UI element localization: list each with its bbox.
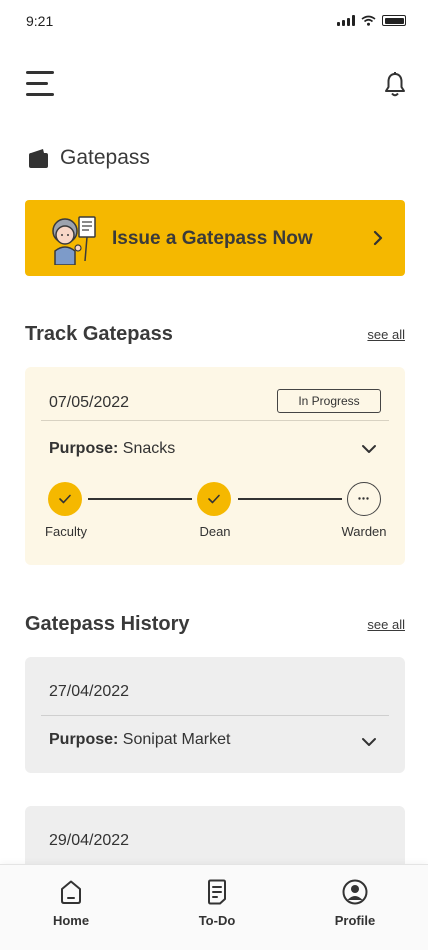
gatepass-history-heading: Gatepass History	[25, 613, 190, 635]
page-title: Gatepass	[60, 146, 150, 169]
battery-icon	[382, 15, 406, 26]
issue-gatepass-label: Issue a Gatepass Now	[112, 228, 313, 249]
chevron-right-icon	[373, 230, 383, 246]
track-gatepass-header: Track Gatepass see all	[25, 323, 405, 346]
gatepass-date: 27/04/2022	[49, 683, 130, 700]
more-horizontal-icon	[358, 497, 369, 500]
step-connector	[238, 498, 342, 500]
step-label-dean: Dean	[199, 524, 231, 539]
track-see-all-link[interactable]: see all	[367, 327, 405, 342]
gatepass-date: 07/05/2022	[49, 394, 130, 411]
issue-gatepass-button[interactable]: Issue a Gatepass Now	[25, 200, 405, 276]
step-label-warden: Warden	[341, 524, 387, 539]
menu-icon-bar	[26, 93, 54, 96]
step-warden-indicator	[347, 482, 381, 516]
nav-profile[interactable]: Profile	[310, 879, 400, 928]
nav-profile-label: Profile	[334, 913, 376, 928]
status-icons	[337, 15, 406, 26]
nav-todo-label: To-Do	[198, 913, 236, 928]
bottom-navigation: Home To-Do Profile	[0, 864, 428, 950]
step-connector	[88, 498, 192, 500]
nav-home[interactable]: Home	[26, 879, 116, 928]
gatepass-date: 29/04/2022	[49, 832, 130, 849]
wifi-icon	[361, 15, 376, 26]
menu-icon-bar	[26, 71, 54, 74]
divider	[41, 420, 389, 421]
check-icon	[208, 494, 220, 504]
status-badge: In Progress	[277, 389, 381, 413]
history-see-all-link[interactable]: see all	[367, 617, 405, 632]
check-icon	[59, 494, 71, 504]
gatepass-purpose: Purpose: Snacks	[49, 440, 175, 458]
nav-todo[interactable]: To-Do	[172, 879, 262, 928]
menu-icon-bar	[26, 82, 48, 85]
notification-bell-button[interactable]	[384, 72, 406, 98]
menu-button[interactable]	[26, 71, 56, 97]
chevron-down-icon[interactable]	[361, 444, 377, 454]
chevron-down-icon[interactable]	[361, 737, 377, 747]
bell-icon	[385, 72, 405, 97]
purpose-value: Sonipat Market	[122, 731, 231, 748]
wallet-icon	[29, 149, 48, 168]
gatepass-purpose: Purpose: Sonipat Market	[49, 731, 230, 749]
purpose-value: Snacks	[122, 440, 176, 457]
person-with-document-illustration	[52, 216, 96, 265]
nav-home-label: Home	[52, 913, 90, 928]
profile-icon	[342, 879, 368, 905]
divider	[41, 715, 389, 716]
history-card[interactable]: 27/04/2022 Purpose: Sonipat Market	[25, 657, 405, 773]
status-time: 9:21	[26, 13, 54, 29]
purpose-label: Purpose:	[49, 731, 119, 748]
signal-icon	[337, 15, 355, 26]
page-heading: Gatepass	[29, 146, 150, 170]
step-dean-indicator	[197, 482, 231, 516]
gatepass-history-header: Gatepass History see all	[25, 613, 405, 636]
track-gatepass-heading: Track Gatepass	[25, 323, 173, 345]
todo-icon	[208, 879, 226, 905]
step-label-faculty: Faculty	[45, 524, 87, 539]
step-faculty-indicator	[48, 482, 82, 516]
purpose-label: Purpose:	[49, 440, 119, 457]
home-icon	[61, 880, 81, 904]
status-bar: 9:21	[0, 0, 428, 44]
